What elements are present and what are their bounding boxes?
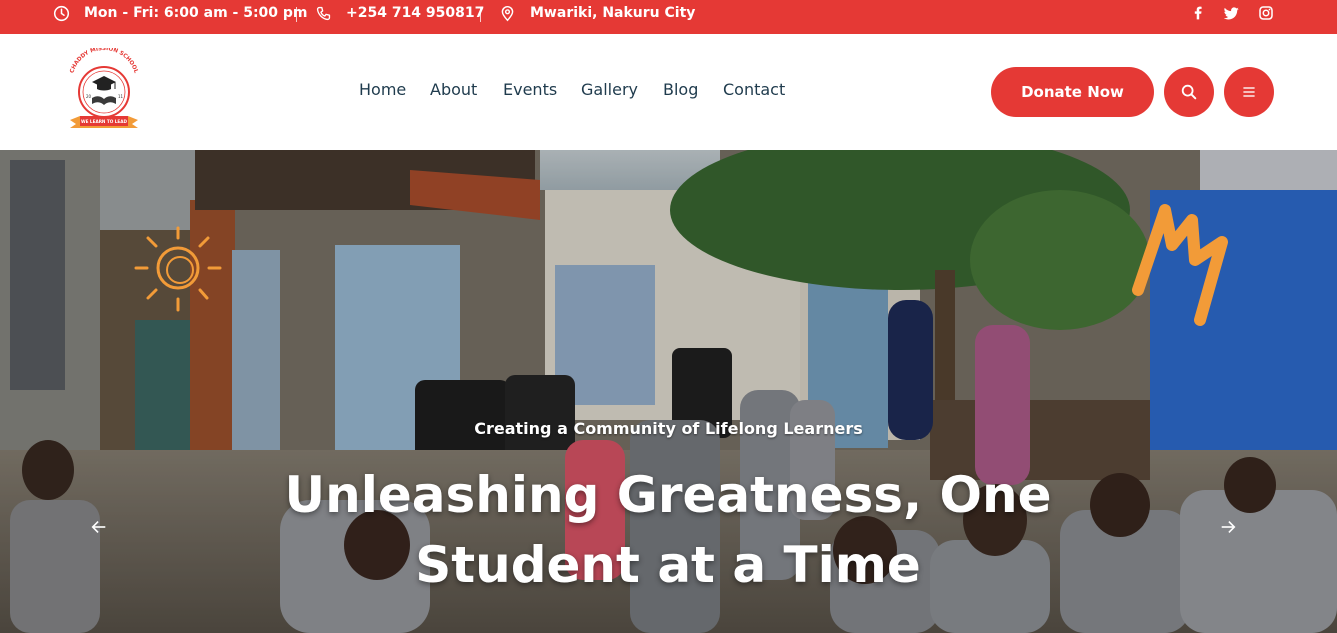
slider-next-button[interactable] [1213,512,1243,542]
facebook-icon[interactable] [1189,4,1207,22]
phone-text[interactable]: +254 714 950817 [346,5,484,21]
search-icon [1181,84,1197,100]
school-logo[interactable]: 20 11 WE LEARN TO LEAD CHADDY MISSION SC… [66,46,142,136]
hero-title: Unleashing Greatness, One Student at a T… [284,466,1052,594]
arrow-left-icon [91,521,106,533]
location-text: Mwariki, Nakuru City [530,5,696,21]
slider-prev-button[interactable] [84,512,114,542]
divider [296,7,297,22]
logo-year-left: 20 [86,94,92,99]
site-header: 20 11 WE LEARN TO LEAD CHADDY MISSION SC… [0,34,1337,150]
donate-now-button[interactable]: Donate Now [991,67,1154,117]
hero-tagline: Creating a Community of Lifelong Learner… [474,419,863,438]
hours-info: Mon - Fri: 6:00 am - 5:00 pm [53,0,308,26]
instagram-icon[interactable] [1257,4,1275,22]
phone-info[interactable]: +254 714 950817 [315,0,484,26]
nav-contact[interactable]: Contact [723,80,785,99]
phone-icon [316,6,331,20]
twitter-icon[interactable] [1222,4,1240,22]
nav-home[interactable]: Home [359,80,406,99]
hamburger-menu-icon [1243,87,1255,97]
arrow-right-icon [1221,521,1236,533]
nav-gallery[interactable]: Gallery [581,80,638,99]
clock-icon [53,5,70,21]
hero-slider: Creating a Community of Lifelong Learner… [0,150,1337,633]
menu-button[interactable] [1224,67,1274,117]
location-info: Mwariki, Nakuru City [499,0,695,26]
map-pin-icon [501,5,514,21]
search-button[interactable] [1164,67,1214,117]
logo-motto: WE LEARN TO LEAD [81,119,128,124]
nav-about[interactable]: About [430,80,477,99]
logo-year-right: 11 [118,94,124,99]
divider [480,7,481,22]
nav-blog[interactable]: Blog [663,80,698,99]
nav-events[interactable]: Events [503,80,557,99]
top-info-bar: Mon - Fri: 6:00 am - 5:00 pm +254 714 95… [0,0,1337,34]
hours-text: Mon - Fri: 6:00 am - 5:00 pm [84,5,308,21]
